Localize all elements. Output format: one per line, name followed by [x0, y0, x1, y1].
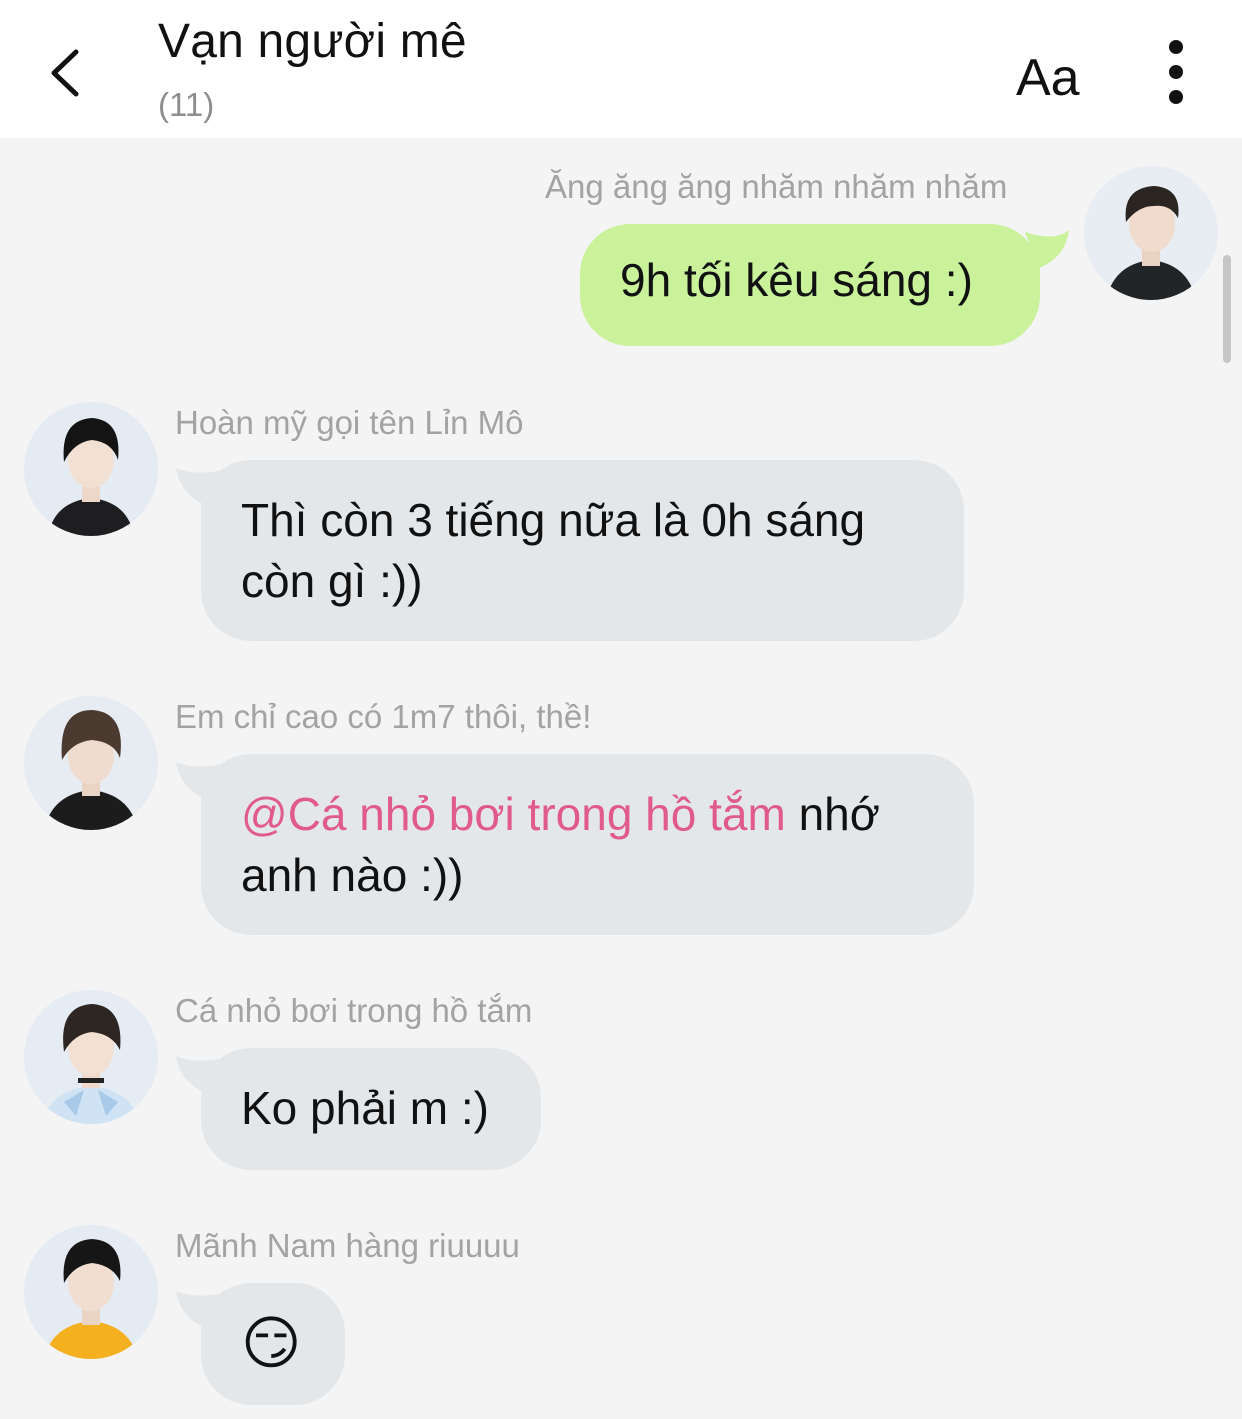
message-bubble[interactable]: Thì còn 3 tiếng nữa là 0h sáng còn gì :)…	[201, 460, 964, 641]
sender-name: Hoàn mỹ gọi tên Lỉn Mô	[175, 404, 524, 441]
back-button[interactable]	[40, 40, 100, 104]
message-bubble[interactable]: 9h tối kêu sáng :)	[580, 224, 1040, 346]
smirk-emoji: 😏	[241, 1311, 302, 1376]
member-count: (11)	[158, 86, 215, 123]
sender-name: Mãnh Nam hàng riuuuu	[175, 1227, 520, 1264]
avatar[interactable]	[1084, 166, 1218, 300]
sender-name: Em chỉ cao có 1m7 thôi, thề!	[175, 698, 592, 735]
message-text: Ko phải m :)	[241, 1082, 489, 1134]
message-text: anh nào :))	[241, 849, 464, 901]
mention-link[interactable]: @Cá nhỏ bơi trong hồ tắm	[241, 788, 786, 840]
avatar[interactable]	[24, 402, 158, 536]
back-arrow-icon	[51, 49, 79, 97]
avatar[interactable]	[24, 696, 158, 830]
sender-name: Cá nhỏ bơi trong hồ tắm	[175, 992, 533, 1029]
chat-header: Vạn người mê (11) Aa	[0, 0, 1242, 138]
message-bubble[interactable]: @Cá nhỏ bơi trong hồ tắm nhớ anh nào :))	[201, 754, 974, 935]
sender-name: Ăng ăng ăng nhăm nhăm nhăm	[545, 168, 1008, 205]
message-text: nhớ	[785, 788, 880, 840]
message-text: 9h tối kêu sáng :)	[620, 254, 973, 306]
message-bubble[interactable]: Ko phải m :)	[201, 1048, 541, 1170]
avatar[interactable]	[24, 990, 158, 1124]
message-bubble[interactable]: 😏	[201, 1283, 345, 1405]
chat-title[interactable]: Vạn người mê	[158, 14, 467, 69]
more-options-button[interactable]	[1160, 40, 1192, 106]
more-vertical-icon	[1160, 40, 1192, 104]
message-text: Thì còn 3 tiếng nữa là 0h sáng	[241, 494, 866, 546]
avatar[interactable]	[24, 1225, 158, 1359]
font-size-button[interactable]: Aa	[1016, 48, 1080, 108]
scrollbar[interactable]	[1223, 255, 1231, 363]
message-text: còn gì :))	[241, 555, 423, 607]
